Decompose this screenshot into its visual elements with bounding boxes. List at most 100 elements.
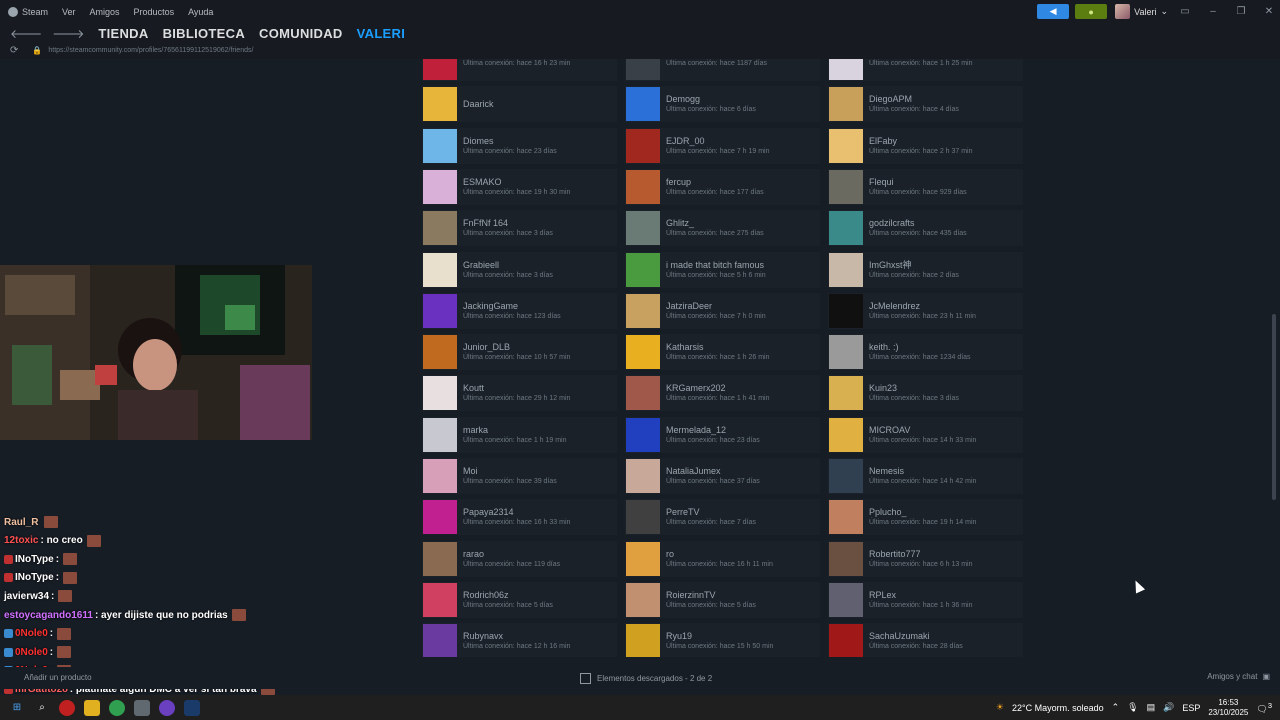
friend-card[interactable]: Katharsis Última conexión: hace 1 h 26 mi… — [625, 334, 820, 371]
friend-card[interactable]: Rodrich06z Última conexión: hace 5 días — [422, 581, 617, 618]
friend-card[interactable]: JatziraDeer Última conexión: hace 7 h 0 m… — [625, 292, 820, 329]
close-icon[interactable]: ✕ — [1258, 6, 1280, 17]
app-icon-obs[interactable] — [59, 699, 75, 716]
big-picture-icon[interactable]: ▭ — [1174, 6, 1196, 17]
friend-card[interactable]: Robertito777 Última conexión: hace 6 h 13… — [828, 540, 1023, 577]
friend-card[interactable]: Pplucho_ Última conexión: hace 19 h 14 mi… — [828, 499, 1023, 536]
friend-avatar — [829, 169, 863, 204]
friend-card[interactable]: JcMelendrez Última conexión: hace 23 h 11… — [828, 292, 1023, 329]
friends-chat-label: Amigos y chat — [1207, 672, 1258, 681]
friend-card[interactable]: Kuin23 Última conexión: hace 3 días — [828, 375, 1023, 412]
chat-username[interactable]: 0Nole0 — [15, 647, 48, 658]
friends-chat-button[interactable]: Amigos y chat ▣ — [1207, 672, 1270, 681]
friend-card[interactable]: Última conexión: hace 1187 días — [625, 59, 820, 81]
friend-card[interactable]: fercup Última conexión: hace 177 días — [625, 168, 820, 205]
network-icon[interactable]: ▤ — [1147, 702, 1156, 713]
account-menu[interactable]: Valeri ⌄ — [1115, 4, 1168, 19]
friend-card[interactable]: PerreTV Última conexión: hace 7 días — [625, 499, 820, 536]
friend-card[interactable]: Ryu19 Última conexión: hace 15 h 50 min — [625, 623, 820, 657]
steam-taskbar-icon[interactable] — [184, 699, 200, 716]
friend-card[interactable]: ro Última conexión: hace 16 h 11 min — [625, 540, 820, 577]
friend-card[interactable]: EJDR_00 Última conexión: hace 7 h 19 min — [625, 127, 820, 164]
friend-name: JatziraDeer — [666, 300, 713, 311]
chat-username[interactable]: 12toxic — [4, 535, 38, 546]
forward-arrow-icon[interactable]: 🡒 — [52, 26, 84, 41]
chat-username[interactable]: INoType — [15, 554, 54, 565]
friend-card[interactable]: ImGhxst神 Última conexión: hace 2 días — [828, 251, 1023, 288]
friend-name: FnFfNf 164 — [463, 218, 509, 229]
friend-card[interactable]: Última conexión: hace 16 h 23 min — [422, 59, 617, 81]
chat-username[interactable]: estoycagando1611 — [4, 610, 93, 621]
notification-center-icon[interactable]: 🗨3 — [1256, 701, 1272, 715]
friend-card[interactable]: Papaya2314 Última conexión: hace 16 h 33 … — [422, 499, 617, 536]
volume-icon[interactable]: 🔊 — [1163, 702, 1174, 713]
friend-card[interactable]: marka Última conexión: hace 1 h 19 min — [422, 416, 617, 453]
friend-card[interactable]: NataliaJumex Última conexión: hace 37 día… — [625, 458, 820, 494]
file-explorer-icon[interactable] — [84, 699, 100, 716]
menu-amigos[interactable]: Amigos — [90, 7, 120, 17]
restore-icon[interactable]: ❐ — [1230, 6, 1252, 17]
microphone-icon[interactable]: 🎙 — [1127, 702, 1138, 713]
friend-card[interactable]: Demogg Última conexión: hace 6 días — [625, 86, 820, 123]
friend-card[interactable]: Moi Última conexión: hace 39 días — [422, 458, 617, 494]
add-game-button[interactable]: Añadir un producto — [24, 673, 92, 682]
friend-card[interactable]: Flequi Última conexión: hace 929 días — [828, 168, 1023, 205]
nav-profile[interactable]: VALERI — [357, 26, 406, 41]
discord-icon[interactable] — [159, 699, 175, 716]
back-arrow-icon[interactable]: 🡐 — [10, 26, 42, 41]
friend-card[interactable]: Mermelada_12 Última conexión: hace 23 día… — [625, 416, 820, 453]
chat-username[interactable]: 0Nole0 — [15, 628, 48, 639]
friend-card[interactable]: SachaUzumaki Última conexión: hace 28 día… — [828, 623, 1023, 657]
friend-card[interactable]: Rubynavx Última conexión: hace 12 h 16 mi… — [422, 623, 617, 657]
friend-card[interactable]: MICROAV Última conexión: hace 14 h 33 min — [828, 416, 1023, 453]
friend-card[interactable]: Koutt Última conexión: hace 29 h 12 min — [422, 375, 617, 412]
search-icon[interactable]: ⌕ — [34, 700, 50, 716]
menu-ayuda[interactable]: Ayuda — [188, 7, 213, 17]
steam-menu[interactable]: Steam — [8, 7, 48, 17]
friend-card[interactable]: RoierzinnTV Última conexión: hace 5 días — [625, 581, 820, 618]
friend-card[interactable]: i made that bitch famous Última conexión:… — [625, 251, 820, 288]
url-text[interactable]: https://steamcommunity.com/profiles/7656… — [48, 47, 253, 54]
friend-card[interactable]: Daarick — [422, 86, 617, 123]
friend-card[interactable]: Junior_DLB Última conexión: hace 10 h 57 … — [422, 334, 617, 371]
friend-card[interactable]: Última conexión: hace 1 h 25 min — [828, 59, 1023, 81]
friend-card[interactable]: Nemesis Última conexión: hace 14 h 42 min — [828, 458, 1023, 494]
friend-name: Robertito777 — [869, 548, 921, 559]
menu-productos[interactable]: Productos — [134, 7, 175, 17]
friend-card[interactable]: FnFfNf 164 Última conexión: hace 3 días — [422, 210, 617, 247]
notifications-button[interactable]: ● — [1075, 4, 1108, 19]
friend-card[interactable]: RPLex Última conexión: hace 1 h 36 min — [828, 581, 1023, 618]
announcements-button[interactable]: ◀ — [1037, 4, 1070, 19]
friend-card[interactable]: DiegoAPM Última conexión: hace 4 días — [828, 86, 1023, 123]
friend-card[interactable]: Ghlitz_ Última conexión: hace 275 días — [625, 210, 820, 247]
friend-last-online: Última conexión: hace 7 h 19 min — [666, 147, 770, 155]
minimize-icon[interactable]: – — [1202, 6, 1224, 17]
reload-icon[interactable]: ⟳ — [10, 45, 18, 56]
chat-username[interactable]: INoType — [15, 572, 54, 583]
downloads-status[interactable]: Elementos descargados - 2 de 2 — [580, 673, 712, 684]
friend-card[interactable]: rarao Última conexión: hace 119 días — [422, 540, 617, 577]
clock[interactable]: 16:53 23/10/2025 — [1208, 698, 1248, 718]
friend-card[interactable]: Grabieell Última conexión: hace 3 días — [422, 251, 617, 288]
chrome-icon[interactable] — [109, 699, 125, 716]
nav-comunidad[interactable]: COMUNIDAD — [259, 26, 343, 41]
friend-card[interactable]: KRGamerx202 Última conexión: hace 1 h 41 … — [625, 375, 820, 412]
language-indicator[interactable]: ESP — [1182, 703, 1200, 713]
weather-text[interactable]: 22°C Mayorm. soleado — [1012, 703, 1104, 713]
nav-tienda[interactable]: TIENDA — [98, 26, 148, 41]
menu-ver[interactable]: Ver — [62, 7, 76, 17]
friend-card[interactable]: Diomes Última conexión: hace 23 días — [422, 127, 617, 164]
chat-username[interactable]: Raul_R — [4, 517, 38, 528]
scrollbar[interactable] — [1272, 314, 1276, 500]
nav-biblioteca[interactable]: BIBLIOTECA — [163, 26, 245, 41]
friend-card[interactable]: JackingGame Última conexión: hace 123 día… — [422, 292, 617, 329]
friend-card[interactable]: ESMAKO Última conexión: hace 19 h 30 min — [422, 168, 617, 205]
chat-username[interactable]: javierw34 — [4, 591, 49, 602]
friend-card[interactable]: godzilcrafts Última conexión: hace 435 dí… — [828, 210, 1023, 247]
friend-name: RPLex — [869, 589, 897, 600]
tray-chevron-icon[interactable]: ⌃ — [1112, 702, 1120, 713]
app-icon-settings[interactable] — [134, 699, 150, 716]
friend-card[interactable]: keith. :) Última conexión: hace 1234 días — [828, 334, 1023, 371]
windows-start-icon[interactable]: ⊞ — [9, 700, 25, 716]
friend-card[interactable]: ElFaby Última conexión: hace 2 h 37 min — [828, 127, 1023, 164]
